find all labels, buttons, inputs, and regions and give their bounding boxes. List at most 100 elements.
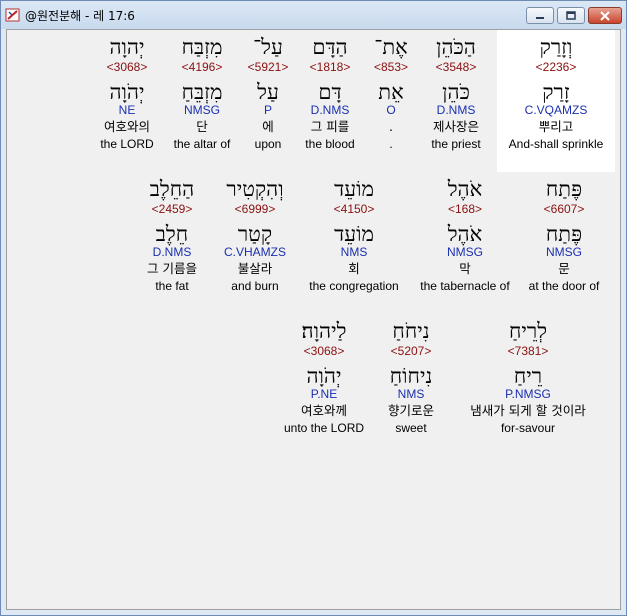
english-gloss: the fat: [155, 279, 189, 293]
strong-number[interactable]: <5207>: [388, 344, 434, 361]
strong-number[interactable]: <6607>: [529, 202, 600, 219]
korean-gloss: 막: [459, 261, 471, 276]
english-gloss: the congregation: [309, 279, 399, 293]
strong-number[interactable]: <3068>: [100, 60, 153, 77]
korean-gloss: 향기로운: [387, 403, 435, 418]
korean-gloss: 불살라: [237, 261, 273, 276]
lexical-form: מִזְבֵּחַ: [181, 80, 223, 104]
strong-number[interactable]: <2459>: [147, 202, 197, 219]
lexical-form: קָטַר: [237, 222, 273, 246]
hebrew-word: הַדָּם: [312, 35, 348, 59]
word-card[interactable]: לַיהוָה׃ <3068> יְהֹוָה P.NE 여호와께 unto t…: [284, 318, 364, 436]
korean-gloss: 여호와의: [103, 119, 151, 134]
english-gloss: for-savour: [500, 421, 556, 435]
korean-gloss: 에: [262, 119, 274, 134]
korean-gloss: 회: [348, 261, 360, 276]
lexical-form: מוֹעֵד: [334, 222, 374, 246]
english-gloss: the LORD: [100, 137, 154, 151]
close-icon: [600, 10, 610, 21]
close-button[interactable]: [588, 7, 622, 24]
parsing-code: NMSG: [546, 245, 582, 259]
lexical-form: דָּם: [318, 80, 342, 104]
word-card[interactable]: אֹהֶל <168> אֹהֶל NMSG 막 the tabernacle …: [420, 176, 509, 294]
word-card[interactable]: לְרֵיחַ <7381> רֵיחַ P.NMSG 냄새가 되게 할 것이라…: [470, 318, 585, 436]
word-card[interactable]: פֶּתַח <6607> פֶּתַח NMSG 문 at the door …: [529, 176, 600, 294]
minimize-button[interactable]: [526, 7, 554, 24]
strong-number[interactable]: <5921>: [248, 60, 289, 77]
korean-gloss: 그 기름을: [147, 261, 197, 276]
parsing-code: C.VHAMZS: [223, 245, 287, 259]
korean-gloss: 여호와께: [300, 403, 348, 418]
strong-number[interactable]: <3548>: [431, 60, 480, 77]
maximize-button[interactable]: [557, 7, 585, 24]
hebrew-word: אֹהֶל: [447, 177, 483, 201]
word-card[interactable]: וְזָרַק <2236> זָרַק C.VQAMZS 뿌리고 And-sh…: [509, 34, 604, 152]
lexical-form: אֵת: [378, 80, 404, 104]
english-gloss: the altar of: [173, 137, 231, 151]
lexical-form: אֹהֶל: [447, 222, 483, 246]
strong-number[interactable]: <7381>: [470, 344, 585, 361]
korean-gloss: 단: [196, 119, 208, 134]
parsing-code: NMS: [340, 245, 368, 259]
bible-app-icon: [5, 8, 20, 22]
parsing-code: D.NMS: [310, 103, 350, 117]
interlinear-view: וְזָרַק <2236> זָרַק C.VQAMZS 뿌리고 And-sh…: [6, 29, 621, 610]
parsing-code: P.NMSG: [505, 387, 551, 401]
hebrew-word: וְזָרַק: [539, 35, 573, 59]
hebrew-word: לְרֵיחַ: [508, 319, 548, 343]
hebrew-word: יְהוָה: [109, 35, 145, 59]
strong-number[interactable]: <3068>: [284, 344, 364, 361]
word-card[interactable]: עַל־ <5921> עַל P 에 upon: [248, 34, 289, 152]
korean-gloss: 뿌리고: [538, 119, 574, 134]
hebrew-word: פֶּתַח: [545, 177, 583, 201]
lexical-form: יְהֹוָה: [109, 80, 145, 104]
korean-gloss: 문: [558, 261, 570, 276]
app-window: @원전분해 - 레 17:6 וְזָרַק <2236> זָרַק C.VQ…: [0, 0, 627, 616]
title-bar[interactable]: @원전분해 - 레 17:6: [1, 1, 626, 29]
hebrew-word: מוֹעֵד: [334, 177, 374, 201]
lexical-form: פֶּתַח: [545, 222, 583, 246]
word-card[interactable]: מִזְבַּח <4196> מִזְבֵּחַ NMSG 단 the alt…: [174, 34, 231, 152]
parsing-code: NMSG: [183, 103, 220, 117]
strong-number[interactable]: <168>: [420, 202, 509, 219]
strong-number[interactable]: <2236>: [509, 60, 604, 77]
english-gloss: the priest: [431, 137, 481, 151]
parsing-code: D.NMS: [152, 245, 192, 259]
parsing-code: NMS: [397, 387, 425, 401]
english-gloss: And-shall sprinkle: [508, 137, 604, 151]
word-card[interactable]: אֶת־ <853> אֵת O . .: [374, 34, 408, 152]
hebrew-word: לַיהוָה׃: [301, 319, 347, 343]
strong-number[interactable]: <1818>: [305, 60, 354, 77]
word-card[interactable]: יְהוָה <3068> יְהֹוָה NE 여호와의 the LORD: [100, 34, 153, 152]
hebrew-word: הַחֵלֶב: [149, 177, 195, 201]
hebrew-word: אֶת־: [374, 35, 408, 59]
english-gloss: .: [389, 137, 393, 151]
strong-number[interactable]: <4150>: [309, 202, 398, 219]
maximize-icon: [566, 11, 576, 20]
strong-number[interactable]: <4196>: [174, 60, 231, 77]
english-gloss: and burn: [231, 279, 279, 293]
hebrew-word: נִיחֹחַ: [392, 319, 430, 343]
english-gloss: the tabernacle of: [420, 279, 510, 293]
english-gloss: the blood: [305, 137, 355, 151]
hebrew-word: מִזְבַּח: [181, 35, 223, 59]
lexical-form: כֹּהֵן: [442, 80, 470, 104]
parsing-code: C.VQAMZS: [524, 103, 588, 117]
window-title: @원전분해 - 레 17:6: [25, 9, 135, 23]
korean-gloss: .: [389, 119, 393, 134]
word-card[interactable]: נִיחֹחַ <5207> נִיחוֹחַ NMS 향기로운 sweet: [388, 318, 434, 436]
parsing-code: D.NMS: [436, 103, 476, 117]
word-card[interactable]: הַחֵלֶב <2459> חֵלֶב D.NMS 그 기름을 the fat: [147, 176, 197, 294]
strong-number[interactable]: <853>: [374, 60, 408, 77]
parsing-code: NMSG: [447, 245, 483, 259]
lexical-form: זָרַק: [542, 80, 570, 104]
word-card[interactable]: וְהִקְטִיר <6999> קָטַר C.VHAMZS 불살라 and…: [224, 176, 286, 294]
parsing-code: NE: [118, 103, 136, 117]
english-gloss: sweet: [395, 421, 427, 435]
word-card[interactable]: מוֹעֵד <4150> מוֹעֵד NMS 회 the congregat…: [309, 176, 398, 294]
korean-gloss: 냄새가 되게 할 것이라: [470, 403, 586, 418]
word-card[interactable]: הַכֹּהֵן <3548> כֹּהֵן D.NMS 제사장은 the pr…: [431, 34, 480, 152]
strong-number[interactable]: <6999>: [224, 202, 286, 219]
word-card[interactable]: הַדָּם <1818> דָּם D.NMS 그 피를 the blood: [305, 34, 354, 152]
parsing-code: P: [263, 103, 272, 117]
